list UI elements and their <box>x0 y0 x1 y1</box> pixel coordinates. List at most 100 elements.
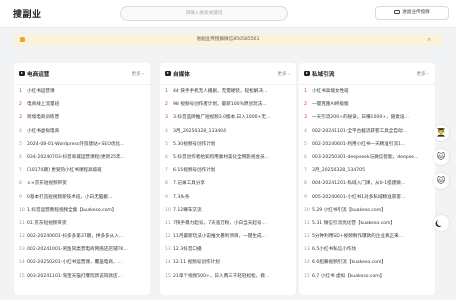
card-header: 电商运营 更多 › <box>14 63 150 85</box>
list-item[interactable]: 6 003-20250301-deepseek与微信智能，deepse... <box>299 151 435 164</box>
list-item[interactable]: 7 [10170期] 更受热小红书课程高级班 <box>14 164 150 177</box>
item-rank: 9 <box>19 194 22 200</box>
top-navbar: 搜副业 请输入搜索关键词 进副业传授群 <box>0 0 456 28</box>
list-item[interactable]: 15 003-20241101-淘宝天猫打爆玩新说同款店... <box>14 270 150 283</box>
item-rank: 15 <box>304 273 310 279</box>
item-rank: 4 <box>19 128 22 134</box>
list-item[interactable]: 10 5.29 小红书引流【kuakeso.com】 <box>299 204 435 217</box>
notice-banner: 进副业传授群微信850585561 × <box>14 34 442 46</box>
list-item[interactable]: 3 3.抖音品牌推广短视频3.0版本,日入1000+无... <box>160 111 296 124</box>
list-item[interactable]: 13 12.3抖音口播 <box>160 243 296 256</box>
item-title: 6.5小红书私信小作坊 <box>312 247 357 253</box>
item-title: 6.7 小红书 虚拟【kuakeso.com】 <box>312 273 385 279</box>
cat-button[interactable]: 🐱 <box>433 173 449 189</box>
item-title: 5分钟利用SD+视频制作爆款的企业真正来... <box>312 234 404 240</box>
list-item[interactable]: 3 跨境电商训练营 <box>14 111 150 124</box>
item-rank: 10 <box>165 207 171 213</box>
card-title: 自媒体 <box>173 72 190 78</box>
list-item[interactable]: 9 005-20240601-小红书1对多私域精准获客... <box>299 191 435 204</box>
list-item[interactable]: 4 3月_20250328_133404 <box>160 125 296 138</box>
list-item[interactable]: 1 小红书高端女性班 <box>299 85 435 98</box>
item-title: 21单个视频500+，日入两三千轻轻松松，教... <box>173 273 270 279</box>
list-item[interactable]: 6 5.抖音创作者给如何用素材美化全网影视会员... <box>160 151 296 164</box>
cat-button[interactable]: 🐱 <box>433 149 449 165</box>
item-rank: 3 <box>304 115 307 121</box>
list-item[interactable]: 2 一键克隆AI终极版 <box>299 98 435 111</box>
list-item[interactable]: 2 电商线上流量班 <box>14 98 150 111</box>
play-icon <box>304 71 310 76</box>
item-rank: 5 <box>19 141 22 147</box>
list-item[interactable]: 1 44 快手手机无人播剧，无需硬装，轻松解决... <box>160 85 296 98</box>
list-item[interactable]: 8 004-20241201-私域入门课，从0-1搭建微... <box>299 177 435 190</box>
item-rank: 5 <box>304 141 307 147</box>
list-item[interactable]: 12 11月最新玩法小说推文暴利项目，一键生成... <box>160 230 296 243</box>
list-item[interactable]: 8 7.记录工具分享 <box>160 177 296 190</box>
item-title: ××京东短视频带货 <box>27 181 67 187</box>
item-rank: 14 <box>165 260 171 266</box>
list-item[interactable]: 1 小红书运营课 <box>14 85 150 98</box>
list-item[interactable]: 7 6.15视频号创作计划 <box>160 164 296 177</box>
list-item[interactable]: 12 002-20240601-抖多多第37期，拼多多从入... <box>14 230 150 243</box>
list-item[interactable]: 5 2024-08-01-Wordpress外贸建站+SEO优化... <box>14 138 150 151</box>
close-icon[interactable]: × <box>427 34 431 46</box>
more-link[interactable]: 更多 › <box>132 71 145 77</box>
item-title: 44 快手手机无人播剧，无需硬装，轻松解决... <box>173 89 268 94</box>
site-logo[interactable]: 搜副业 <box>13 7 42 20</box>
list-item[interactable]: 12 5分钟利用SD+视频制作爆款的企业真正来... <box>299 230 435 243</box>
column-card: 电商运营 更多 › 1 小红书运营课 2 电商线上流量班 3 跨境电商训练营 4 小红书虚拟电… <box>14 63 150 295</box>
list-item[interactable]: 13 002-20241001-闲鱼同类营电商网络店店铺TK... <box>14 243 150 256</box>
list-item[interactable]: 11 7快手暴力起号，7天涨万粉，小白当天起号... <box>160 217 296 230</box>
item-title: 3月_20250328_133404 <box>173 128 227 134</box>
list-item[interactable]: 13 6.5小红书私信小作坊 <box>299 243 435 256</box>
item-rank: 13 <box>19 247 25 253</box>
list-item[interactable]: 9 0基本打造短视频新技术班，小白无脑搬... <box>14 191 150 204</box>
play-icon <box>165 71 171 76</box>
search-input[interactable]: 请输入搜索关键词 <box>120 6 288 21</box>
list-item[interactable]: 11 5.31 微信引流优化营【kuakeso.com】 <box>299 217 435 230</box>
join-group-label: 进副业传授群 <box>402 10 430 15</box>
item-title: 跨境电商训练营 <box>27 115 60 121</box>
list-item[interactable]: 14 002-20250201-小红书运营课，覆盖电商，... <box>14 256 150 269</box>
list-item[interactable]: 14 6.6招募视频引流【kuakeso.com】 <box>299 256 435 269</box>
item-rank: 12 <box>165 234 171 240</box>
list-item[interactable]: 7 3月_20250328_134705 <box>299 164 435 177</box>
list-item[interactable]: 14 12.11 视频号创作计划 <box>160 256 296 269</box>
moon-icon[interactable] <box>433 215 449 231</box>
item-title: 6.6招募视频引流【kuakeso.com】 <box>312 260 387 266</box>
mascot-button[interactable]: 👨‍🎓 <box>433 125 449 141</box>
list-item[interactable]: 8 ××京东短视频带货 <box>14 177 150 190</box>
card-title: 电商运营 <box>27 72 50 78</box>
list-item[interactable]: 5 002-20240601-利用小红书一天精准引流1... <box>299 138 435 151</box>
list-item[interactable]: 15 6.7 小红书 虚拟【kuakeso.com】 <box>299 270 435 283</box>
list-item[interactable]: 15 21单个视频500+，日入两三千轻轻松松，教... <box>160 270 296 283</box>
item-rank: 8 <box>19 181 22 187</box>
more-link[interactable]: 更多 › <box>417 71 430 77</box>
list-item[interactable]: 3 一天引流200+的秘诀，日赚1000+，随意设... <box>299 111 435 124</box>
item-title: 002-20250201-小红书运营课，覆盖电商，... <box>27 260 122 266</box>
item-title: 小红书高端女性班 <box>312 89 349 94</box>
item-rank: 9 <box>304 194 307 200</box>
join-group-button[interactable]: 进副业传授群 <box>375 6 449 20</box>
list-item[interactable]: 9 7.3头条 <box>160 191 296 204</box>
item-rank: 11 <box>19 220 25 226</box>
list-item[interactable]: 6 034-20240703-抖音商城运营课程(更新25年... <box>14 151 150 164</box>
list-item[interactable]: 5 5.30视频号创作计划 <box>160 138 296 151</box>
item-title: 1.抖音运营教程视频全集【kuakeso.com】 <box>27 207 117 213</box>
chat-icon <box>394 9 401 14</box>
item-title: 002-20241001-闲鱼同类营电商网络店店铺TK... <box>27 247 128 253</box>
item-rank: 15 <box>19 273 25 279</box>
card-header: 私域引流 更多 › <box>299 63 435 85</box>
item-rank: 6 <box>165 154 168 160</box>
item-rank: 3 <box>165 115 168 121</box>
list-item[interactable]: 2 98 视频号创作者计划，最新100%原创玩法... <box>160 98 296 111</box>
list-item[interactable]: 4 小红书虚拟电商 <box>14 125 150 138</box>
list-item[interactable]: 4 002-20241101-全平台截流获客工具全自动... <box>299 125 435 138</box>
item-title: 002-20240601-抖多多第37期，拼多多从入... <box>27 234 124 240</box>
list-item[interactable]: 11 01.京东短视频带货 <box>14 217 150 230</box>
item-rank: 1 <box>19 89 22 94</box>
item-title: 电商线上流量班 <box>27 102 60 108</box>
notice-text: 进副业传授群微信850585561 <box>196 37 260 42</box>
list-item[interactable]: 10 1.抖音运营教程视频全集【kuakeso.com】 <box>14 204 150 217</box>
list-item[interactable]: 10 7.12赚车交流 <box>160 204 296 217</box>
more-link[interactable]: 更多 › <box>278 71 291 77</box>
